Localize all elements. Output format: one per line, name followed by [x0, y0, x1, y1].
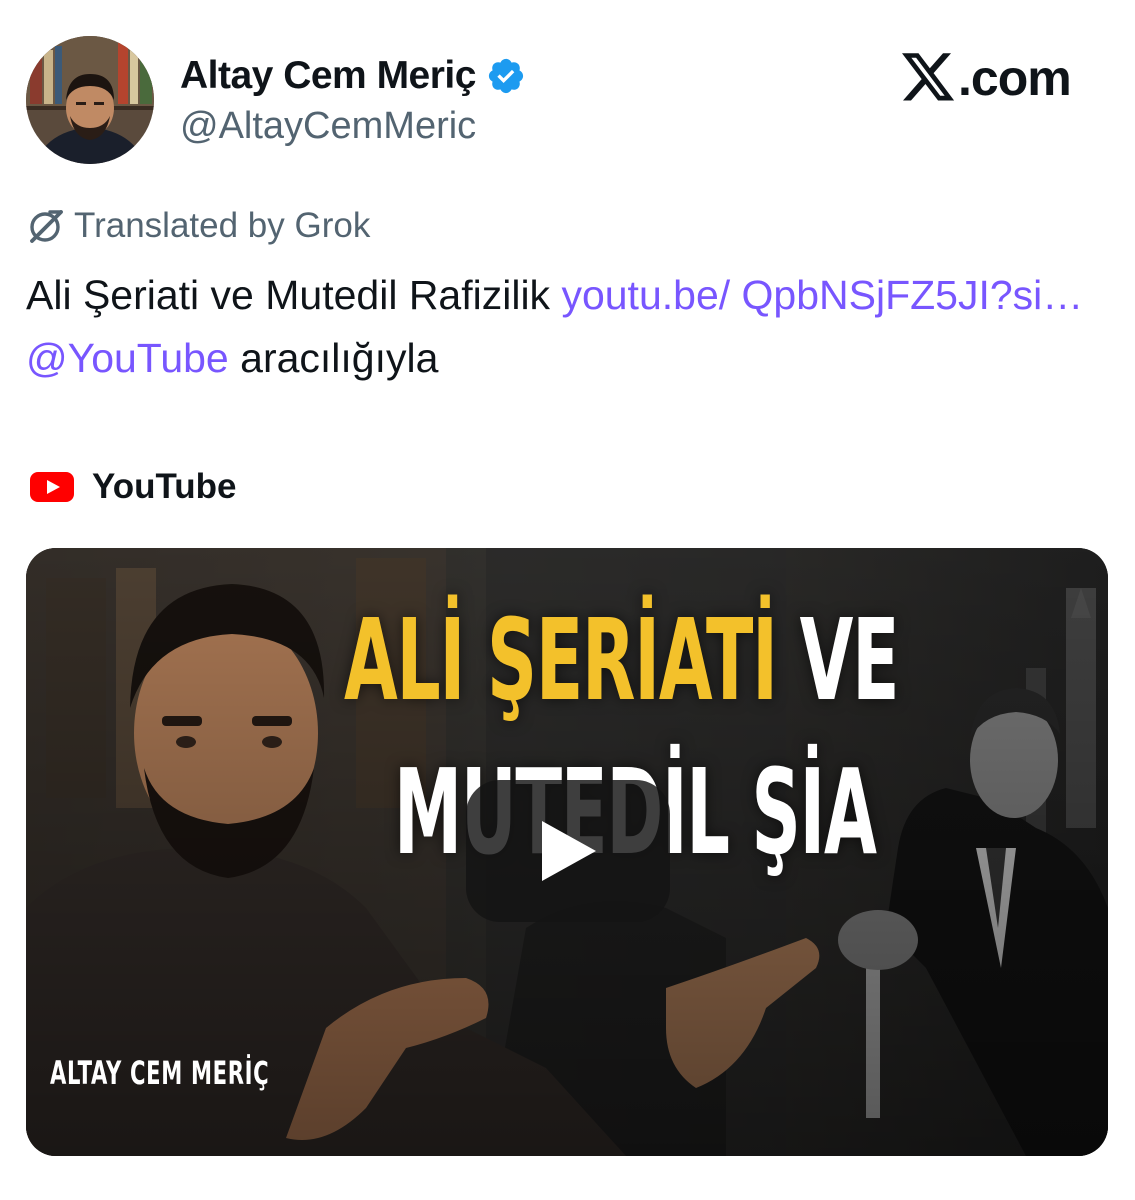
tweet-text-part2: aracılığıyla — [228, 335, 439, 381]
play-button[interactable] — [466, 780, 670, 922]
translation-notice[interactable]: Translated by Grok — [26, 204, 370, 248]
avatar[interactable] — [26, 36, 154, 164]
grok-icon — [30, 210, 63, 243]
translation-notice-text: Translated by Grok — [74, 206, 371, 245]
avatar-image — [26, 36, 154, 164]
site-logo: .com — [902, 48, 1072, 108]
author-row: Altay Cem Meriç — [180, 48, 526, 104]
youtube-icon — [30, 472, 74, 502]
thumbnail-channel-label: ALTAY CEM MERİÇ — [50, 1054, 270, 1092]
tweet-link[interactable]: youtu.be/ QpbNSjFZ5JI?si… — [561, 272, 1083, 318]
tweet-card: Altay Cem Meriç @AltayCemMeric .com Tran… — [0, 0, 1135, 1200]
link-preview-source[interactable]: YouTube — [30, 464, 237, 510]
display-name[interactable]: Altay Cem Meriç — [180, 48, 476, 104]
link-preview-card[interactable]: ALİ ŞERİATİ VE MUTEDİL ŞİA ALTAY CEM MER… — [26, 548, 1108, 1156]
author-handle[interactable]: @AltayCemMeric — [180, 102, 476, 150]
site-logo-text: .com — [958, 50, 1072, 106]
thumbnail-title-word1: ALİ ŞERİATİ — [344, 596, 778, 726]
thumbnail-title-line1: ALİ ŞERİATİ VE — [344, 596, 900, 726]
verified-badge-icon — [488, 58, 524, 94]
mention-link[interactable]: @YouTube — [26, 335, 229, 381]
play-icon — [542, 821, 596, 881]
x-logo-icon — [902, 53, 955, 101]
link-preview-source-name: YouTube — [92, 467, 237, 506]
thumbnail-title-word2: VE — [776, 596, 900, 726]
tweet-text-part1: Ali Şeriati ve Mutedil Rafizilik — [26, 272, 562, 318]
tweet-text: Ali Şeriati ve Mutedil Rafizilik youtu.b… — [26, 264, 1106, 390]
